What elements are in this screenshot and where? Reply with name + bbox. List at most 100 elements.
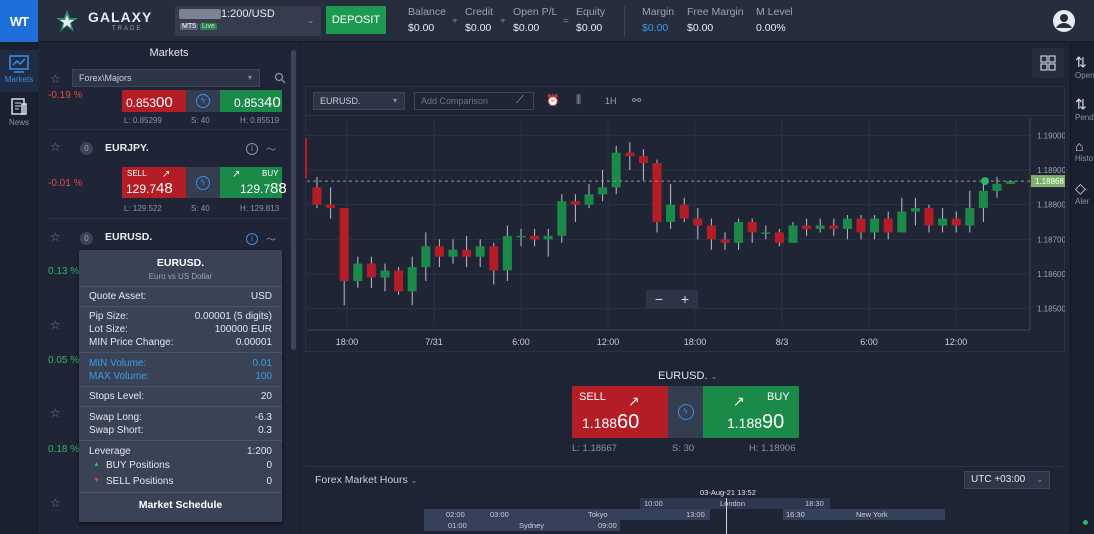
edge-marker <box>305 138 307 178</box>
candle-bear <box>706 225 716 240</box>
favorite-star-icon[interactable]: ☆ <box>50 496 61 510</box>
nav-history[interactable]: ⌂ Histo <box>1075 138 1093 163</box>
quote-asset-value: USD <box>250 291 272 302</box>
candle-bull <box>666 204 676 222</box>
triangle-up-icon: ▲ <box>93 461 100 468</box>
divider <box>79 406 282 407</box>
nav-pending-orders[interactable]: ⇅ Pend <box>1075 96 1094 122</box>
bell-icon: ◇ <box>1075 180 1086 196</box>
divider <box>48 129 290 130</box>
candle-bull <box>598 187 608 195</box>
candle-bull <box>910 208 920 212</box>
candle-bear <box>829 225 839 229</box>
user-avatar-icon[interactable] <box>1052 9 1076 33</box>
x-tick-label: 6:00 <box>860 337 878 347</box>
min-volume-label: MIN Volume: <box>89 358 147 369</box>
mini-chart-icon[interactable]: 〜 <box>266 231 276 246</box>
markets-title: Markets <box>149 47 189 59</box>
min-volume-value: 0.01 <box>252 358 272 369</box>
search-icon[interactable] <box>274 72 286 84</box>
candle-bull <box>421 246 431 268</box>
one-click-toggle[interactable]: ϟ <box>668 386 703 438</box>
connection-status-dot <box>1083 520 1088 525</box>
stops-level-label: Stops Level: <box>89 391 145 402</box>
stat-margin: Margin $0.00 <box>642 6 675 34</box>
account-selector[interactable]: 1:200/USD MT5 Live ⌄ <box>175 6 321 36</box>
zoom-in-button[interactable]: + <box>681 291 689 307</box>
deposit-button[interactable]: DEPOSIT <box>326 6 386 34</box>
layout-grid-button[interactable] <box>1032 48 1064 78</box>
candle-bear <box>693 218 703 226</box>
buy-price-button[interactable]: 0.85340 <box>220 90 282 112</box>
one-click-toggle[interactable]: ϟ <box>186 167 220 198</box>
symbol-name[interactable]: EURJPY. <box>105 142 149 154</box>
favorite-star-icon[interactable]: ☆ <box>50 140 61 154</box>
chevron-down-icon: ⌄ <box>710 372 718 381</box>
market-group-select[interactable]: Forex\Majors <box>72 69 260 87</box>
nav-open-positions[interactable]: ⇅ Open <box>1075 54 1094 80</box>
chart-symbol-select[interactable]: EURUSD. <box>313 92 405 110</box>
market-schedule-link[interactable]: Market Schedule <box>79 499 282 511</box>
candle-bull <box>502 235 512 271</box>
markets-scrollbar[interactable] <box>291 50 296 350</box>
wt-badge[interactable]: WT <box>0 0 38 42</box>
sell-button[interactable]: SELL ↗ 1.18860 <box>572 386 668 438</box>
candle-bull <box>938 218 948 226</box>
trade-symbol-select[interactable]: EURUSD. ⌄ <box>658 370 717 382</box>
info-icon[interactable]: i <box>246 233 258 245</box>
nav-alerts[interactable]: ◇ Aler <box>1075 180 1089 206</box>
scroll-thumb[interactable] <box>291 50 296 350</box>
popup-subtitle: Euro vs US Dollar <box>148 272 213 281</box>
favorite-star-icon[interactable]: ☆ <box>50 230 61 244</box>
quote-asset-label: Quote Asset: <box>89 291 147 302</box>
buy-button[interactable]: ↗ BUY 1.18890 <box>703 386 799 438</box>
current-time-label: 03-Aug-21 13:52 <box>700 488 756 497</box>
chart-type-icon[interactable]: ⟋ <box>516 94 524 107</box>
candle-bull <box>584 194 594 205</box>
candlestick-chart[interactable]: 1.19000 1.18900 1.18800 1.18700 1.18600 1.185… <box>305 116 1065 352</box>
position-count-badge: 0 <box>80 142 93 155</box>
divider <box>305 466 1065 467</box>
alarm-clock-icon[interactable]: ⏰ <box>546 94 560 107</box>
market-hours-title[interactable]: Forex Market Hours ⌄ <box>315 474 417 486</box>
candle-bear <box>720 239 730 243</box>
favorite-star-icon[interactable]: ☆ <box>50 318 61 332</box>
indicators-icon[interactable]: ⚯ <box>632 94 641 107</box>
candle-bull <box>815 225 825 229</box>
nav-markets[interactable]: Markets <box>0 50 38 92</box>
sell-price-button[interactable]: 0.85300 <box>122 90 186 112</box>
current-price-label: 1.18868 <box>1035 177 1064 186</box>
x-tick-label: 7/31 <box>425 337 443 347</box>
high-price: H: 129.813 <box>240 204 280 213</box>
candle-bull <box>516 235 526 238</box>
candle-bull <box>475 246 485 257</box>
pip-size-label: Pip Size: <box>89 311 129 322</box>
galaxy-logo-icon <box>56 10 78 32</box>
buy-price-button[interactable]: ↗ BUY 129.788 <box>220 167 287 198</box>
info-icon[interactable]: i <box>246 143 258 155</box>
markets-chart-icon <box>9 55 29 73</box>
sell-price-button[interactable]: SELL ↗ 129.748 <box>122 167 186 198</box>
favorites-star-icon[interactable]: ☆ <box>50 72 61 86</box>
nav-news[interactable]: News <box>0 96 38 136</box>
candle-bear <box>774 232 784 243</box>
favorite-star-icon[interactable]: ☆ <box>50 406 61 420</box>
candle-bear <box>625 152 635 157</box>
news-icon <box>11 98 27 115</box>
candle-bull <box>870 218 880 233</box>
one-click-toggle[interactable]: ϟ <box>186 90 220 112</box>
interval-select[interactable]: 1H <box>605 96 617 106</box>
mini-chart-icon[interactable]: 〜 <box>266 141 276 156</box>
sell-label: SELL <box>127 169 147 178</box>
candles-icon[interactable]: ⫼ <box>576 94 581 107</box>
symbol-name[interactable]: EURUSD. <box>105 231 152 243</box>
candle-bear <box>679 204 689 219</box>
candle-bear <box>883 218 893 233</box>
candle-bull <box>407 267 417 292</box>
zoom-out-button[interactable]: − <box>655 291 663 307</box>
y-tick-label: 1.18700 <box>1037 235 1065 244</box>
brand-sub: TRADE <box>112 26 143 32</box>
arrow-up-right-icon: ↗ <box>162 169 171 180</box>
timezone-select[interactable]: UTC +03:00 ⌄ <box>964 471 1050 489</box>
x-tick-label: 18:00 <box>336 337 359 347</box>
